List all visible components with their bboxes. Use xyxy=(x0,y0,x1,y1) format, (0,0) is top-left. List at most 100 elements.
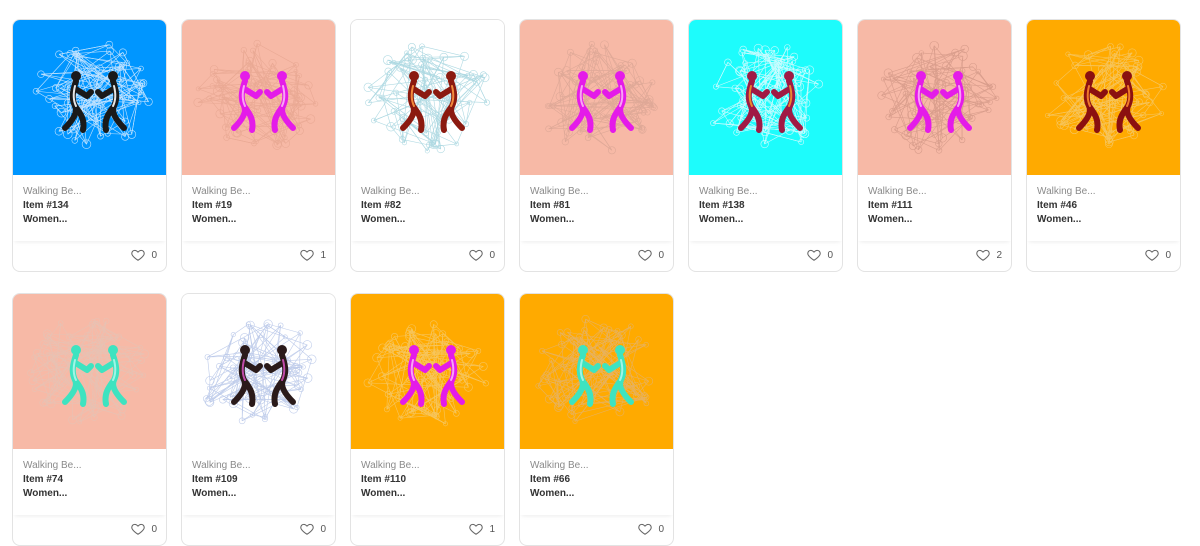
nft-thumbnail[interactable] xyxy=(13,20,166,175)
nft-info: Walking Be... Item #110 Women... xyxy=(351,449,504,515)
nft-thumbnail[interactable] xyxy=(1027,20,1180,175)
item-subtitle: Women... xyxy=(530,213,663,227)
like-count: 0 xyxy=(1165,250,1171,261)
collection-name: Walking Be... xyxy=(530,459,663,473)
heart-icon[interactable] xyxy=(469,248,483,262)
nft-info: Walking Be... Item #111 Women... xyxy=(858,175,1011,241)
heart-icon[interactable] xyxy=(300,522,314,536)
item-name: Item #19 xyxy=(192,199,325,213)
item-name: Item #138 xyxy=(699,199,832,213)
card-footer: 0 xyxy=(13,239,166,271)
nft-card[interactable]: Walking Be... Item #66 Women... 0 xyxy=(519,293,674,546)
item-subtitle: Women... xyxy=(192,487,325,501)
nft-thumbnail[interactable] xyxy=(351,20,504,175)
item-name: Item #111 xyxy=(868,199,1001,213)
nft-thumbnail[interactable] xyxy=(182,294,335,449)
artwork-image xyxy=(182,20,335,175)
card-footer: 0 xyxy=(689,239,842,271)
like-count: 0 xyxy=(151,250,157,261)
heart-icon[interactable] xyxy=(807,248,821,262)
nft-thumbnail[interactable] xyxy=(689,20,842,175)
like-count: 2 xyxy=(996,250,1002,261)
nft-thumbnail[interactable] xyxy=(351,294,504,449)
item-name: Item #110 xyxy=(361,473,494,487)
artwork-image xyxy=(520,294,673,449)
heart-icon[interactable] xyxy=(976,248,990,262)
artwork-image xyxy=(182,294,335,449)
nft-card[interactable]: Walking Be... Item #138 Women... 0 xyxy=(688,19,843,272)
artwork-image xyxy=(351,294,504,449)
nft-card[interactable]: Walking Be... Item #81 Women... 0 xyxy=(519,19,674,272)
artwork-image xyxy=(13,20,166,175)
item-subtitle: Women... xyxy=(361,213,494,227)
card-footer: 2 xyxy=(858,239,1011,271)
nft-thumbnail[interactable] xyxy=(520,20,673,175)
item-name: Item #109 xyxy=(192,473,325,487)
item-subtitle: Women... xyxy=(530,487,663,501)
heart-icon[interactable] xyxy=(131,522,145,536)
like-count: 1 xyxy=(489,524,495,535)
item-subtitle: Women... xyxy=(23,487,156,501)
nft-card[interactable]: Walking Be... Item #111 Women... 2 xyxy=(857,19,1012,272)
nft-card[interactable]: Walking Be... Item #109 Women... 0 xyxy=(181,293,336,546)
artwork-image xyxy=(1027,20,1180,175)
nft-grid: Walking Be... Item #134 Women... 0 Walki… xyxy=(0,0,1200,546)
like-count: 1 xyxy=(320,250,326,261)
nft-info: Walking Be... Item #46 Women... xyxy=(1027,175,1180,241)
nft-card[interactable]: Walking Be... Item #110 Women... 1 xyxy=(350,293,505,546)
collection-name: Walking Be... xyxy=(361,185,494,199)
nft-card[interactable]: Walking Be... Item #134 Women... 0 xyxy=(12,19,167,272)
nft-thumbnail[interactable] xyxy=(13,294,166,449)
item-name: Item #66 xyxy=(530,473,663,487)
item-subtitle: Women... xyxy=(192,213,325,227)
nft-info: Walking Be... Item #66 Women... xyxy=(520,449,673,515)
heart-icon[interactable] xyxy=(131,248,145,262)
item-subtitle: Women... xyxy=(868,213,1001,227)
nft-info: Walking Be... Item #82 Women... xyxy=(351,175,504,241)
collection-name: Walking Be... xyxy=(530,185,663,199)
collection-name: Walking Be... xyxy=(192,459,325,473)
card-footer: 1 xyxy=(182,239,335,271)
like-count: 0 xyxy=(151,524,157,535)
nft-info: Walking Be... Item #109 Women... xyxy=(182,449,335,515)
heart-icon[interactable] xyxy=(638,248,652,262)
collection-name: Walking Be... xyxy=(1037,185,1170,199)
heart-icon[interactable] xyxy=(300,248,314,262)
nft-card[interactable]: Walking Be... Item #82 Women... 0 xyxy=(350,19,505,272)
nft-info: Walking Be... Item #74 Women... xyxy=(13,449,166,515)
heart-icon[interactable] xyxy=(638,522,652,536)
collection-name: Walking Be... xyxy=(699,185,832,199)
item-subtitle: Women... xyxy=(23,213,156,227)
artwork-image xyxy=(689,20,842,175)
nft-card[interactable]: Walking Be... Item #19 Women... 1 xyxy=(181,19,336,272)
card-footer: 0 xyxy=(351,239,504,271)
nft-card[interactable]: Walking Be... Item #46 Women... 0 xyxy=(1026,19,1181,272)
heart-icon[interactable] xyxy=(469,522,483,536)
artwork-image xyxy=(858,20,1011,175)
item-name: Item #134 xyxy=(23,199,156,213)
card-footer: 1 xyxy=(351,513,504,545)
nft-thumbnail[interactable] xyxy=(520,294,673,449)
nft-card[interactable]: Walking Be... Item #74 Women... 0 xyxy=(12,293,167,546)
item-name: Item #46 xyxy=(1037,199,1170,213)
item-name: Item #82 xyxy=(361,199,494,213)
nft-info: Walking Be... Item #134 Women... xyxy=(13,175,166,241)
item-name: Item #74 xyxy=(23,473,156,487)
item-subtitle: Women... xyxy=(1037,213,1170,227)
like-count: 0 xyxy=(489,250,495,261)
artwork-image xyxy=(351,20,504,175)
collection-name: Walking Be... xyxy=(868,185,1001,199)
item-subtitle: Women... xyxy=(699,213,832,227)
nft-thumbnail[interactable] xyxy=(858,20,1011,175)
nft-info: Walking Be... Item #19 Women... xyxy=(182,175,335,241)
like-count: 0 xyxy=(827,250,833,261)
card-footer: 0 xyxy=(182,513,335,545)
like-count: 0 xyxy=(658,250,664,261)
collection-name: Walking Be... xyxy=(23,459,156,473)
artwork-image xyxy=(520,20,673,175)
card-footer: 0 xyxy=(13,513,166,545)
artwork-image xyxy=(13,294,166,449)
collection-name: Walking Be... xyxy=(361,459,494,473)
nft-thumbnail[interactable] xyxy=(182,20,335,175)
heart-icon[interactable] xyxy=(1145,248,1159,262)
